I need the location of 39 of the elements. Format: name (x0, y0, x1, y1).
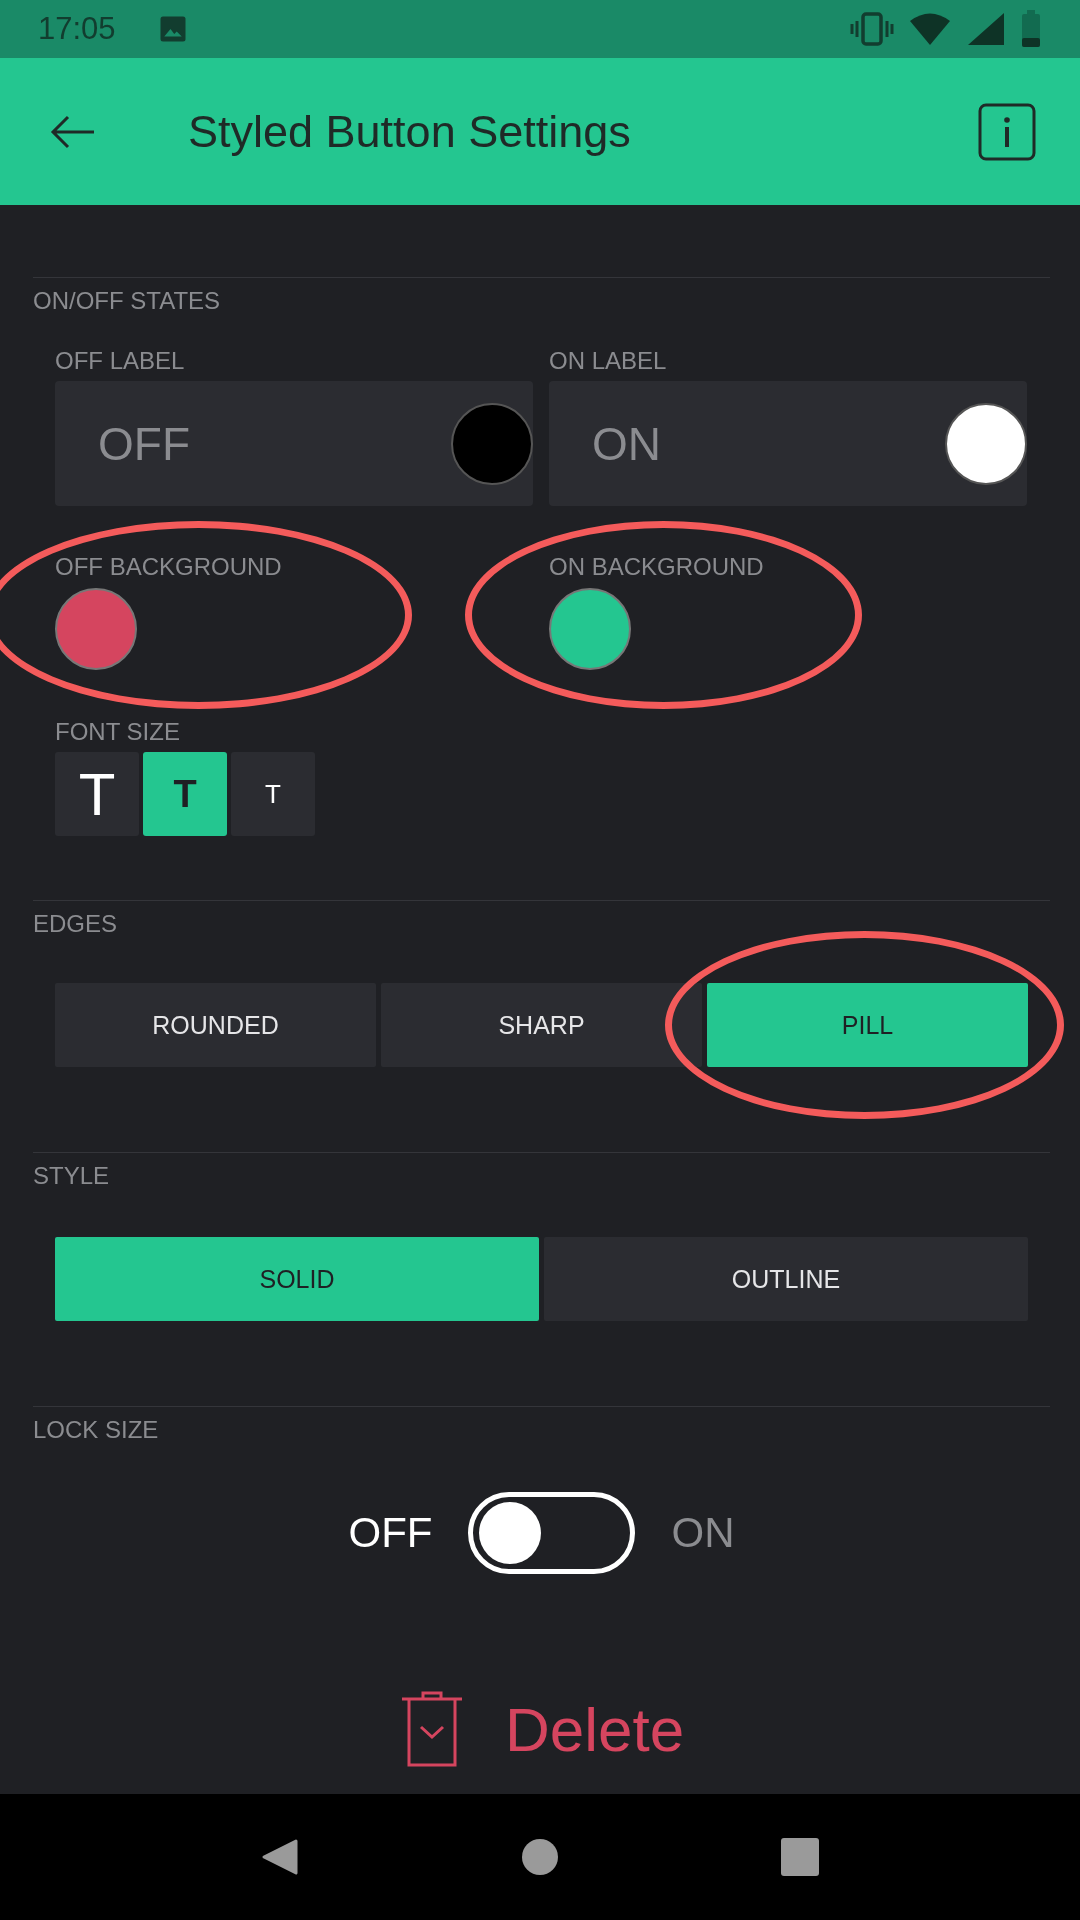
delete-button[interactable]: Delete (33, 1689, 1050, 1769)
recents-icon (780, 1837, 820, 1877)
section-title: EDGES (33, 909, 118, 939)
switch-off-label: OFF (348, 1509, 433, 1557)
field-label: ON LABEL (549, 346, 667, 376)
font-size-option[interactable]: T (55, 752, 139, 836)
label-input-field[interactable]: OFF (55, 381, 533, 506)
font-size-option[interactable]: T (143, 752, 227, 836)
section-title: STYLE (33, 1161, 110, 1191)
field-label: FONT SIZE (55, 717, 180, 747)
option-tab[interactable]: PILL (707, 983, 1028, 1067)
recents-button[interactable] (780, 1837, 820, 1877)
back-arrow-icon (50, 114, 96, 149)
option-tab[interactable]: OUTLINE (544, 1237, 1028, 1321)
option-tab[interactable]: SOLID (55, 1237, 539, 1321)
field-label: OFF LABEL (55, 346, 185, 376)
font-size-option[interactable]: T (231, 752, 315, 836)
field-label: OFF BACKGROUND (55, 552, 282, 582)
screen-title: Styled Button Settings (188, 105, 632, 158)
section-title: LOCK SIZE (33, 1415, 159, 1445)
battery-icon (1020, 10, 1042, 48)
section-title: ON/OFF STATES (33, 286, 221, 316)
lock-size-toggle[interactable] (468, 1492, 636, 1574)
signal-icon (966, 11, 1006, 47)
vibrate-icon (850, 12, 894, 46)
option-tab[interactable]: SHARP (381, 983, 702, 1067)
back-button[interactable] (50, 114, 96, 149)
back-icon (260, 1837, 300, 1877)
back-button[interactable] (260, 1837, 300, 1877)
status-time: 17:05 (38, 11, 116, 47)
label-input-field[interactable]: ON (549, 381, 1027, 506)
option-tab[interactable]: ROUNDED (55, 983, 376, 1067)
field-label: ON BACKGROUND (549, 552, 764, 582)
switch-on-label: ON (671, 1509, 735, 1557)
home-icon (520, 1837, 560, 1877)
home-button[interactable] (520, 1837, 560, 1877)
info-button[interactable] (978, 102, 1036, 161)
wifi-icon (908, 12, 952, 46)
info-icon (978, 102, 1036, 161)
